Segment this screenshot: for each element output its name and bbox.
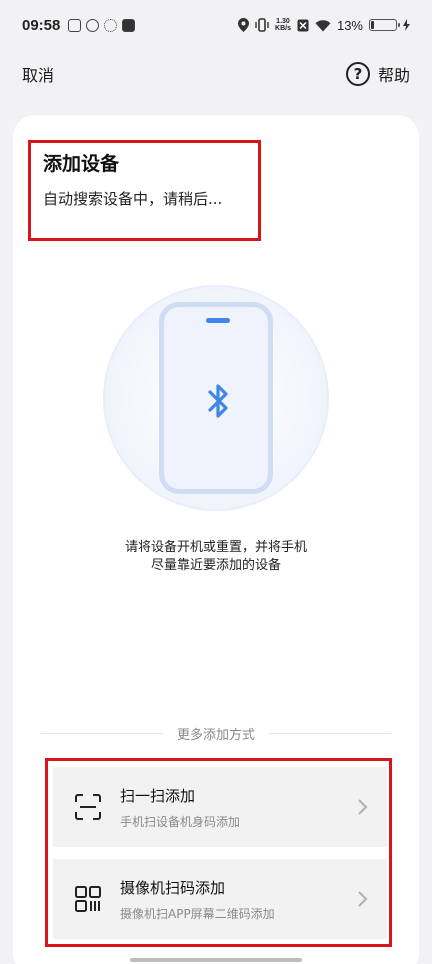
wifi-icon	[315, 19, 331, 31]
add-device-card: 添加设备 自动搜索设备中，请稍后... 请将设备开机或重置，并将手机 尽量靠近要…	[13, 115, 419, 964]
divider-line-right	[269, 732, 392, 734]
page-title: 添加设备	[43, 153, 120, 175]
status-time: 09:58	[22, 16, 61, 34]
vibrate-icon	[255, 18, 269, 32]
instruction-line-2: 尽量靠近要添加的设备	[150, 558, 281, 573]
divider-line-left	[41, 732, 163, 734]
camera-scan-add-option[interactable]: 摄像机扫码添加 摄像机扫APP屏幕二维码添加	[53, 859, 387, 939]
camera-scan-add-description: 摄像机扫APP屏幕二维码添加	[120, 906, 275, 921]
net-speed-unit: KB/s	[275, 25, 291, 32]
camera-scan-add-texts: 摄像机扫码添加 摄像机扫APP屏幕二维码添加	[120, 877, 357, 922]
battery-fill	[371, 21, 374, 29]
net-speed: 1.30 KB/s	[275, 18, 291, 32]
scan-add-description: 手机扫设备机身码添加	[120, 814, 241, 829]
location-icon	[238, 18, 250, 32]
mail-icon	[68, 18, 82, 32]
scan-icon	[75, 794, 101, 820]
battery-percent: 13%	[336, 17, 363, 33]
help-icon: ?	[345, 62, 370, 86]
phone-notch	[206, 318, 230, 323]
home-indicator[interactable]	[130, 958, 302, 962]
scan-add-texts: 扫一扫添加 手机扫设备机身码添加	[120, 785, 357, 830]
bluetooth-search-illustration	[103, 285, 329, 511]
status-bar: 09:58 1.30 KB/s 13%	[0, 0, 432, 50]
more-methods-label: 更多添加方式	[177, 727, 256, 743]
battery-icon	[369, 19, 400, 31]
bluetooth-icon	[208, 384, 228, 418]
camera-scan-add-title: 摄像机扫码添加	[120, 878, 226, 897]
instruction-text: 请将设备开机或重置，并将手机 尽量靠近要添加的设备	[13, 539, 419, 575]
chevron-right-icon	[358, 891, 368, 907]
phone-illustration	[159, 302, 273, 494]
x-icon	[297, 19, 309, 31]
status-right-group: 1.30 KB/s 13%	[238, 18, 410, 33]
status-notification-icons	[68, 18, 136, 32]
net-speed-value: 1.30	[276, 18, 290, 25]
instruction-line-1: 请将设备开机或重置，并将手机	[124, 540, 307, 555]
leaf-icon	[86, 18, 100, 32]
search-status-text: 自动搜索设备中，请稍后...	[43, 190, 223, 208]
help-label: 帮助	[377, 66, 410, 85]
qr-code-icon	[75, 886, 101, 912]
scan-add-title: 扫一扫添加	[120, 786, 196, 805]
cancel-button[interactable]: 取消	[22, 62, 54, 86]
chevron-right-icon	[358, 799, 368, 815]
charging-icon	[403, 19, 410, 31]
scan-add-option[interactable]: 扫一扫添加 手机扫设备机身码添加	[53, 767, 387, 847]
top-nav: 取消 ? 帮助	[0, 52, 432, 96]
snowflake-icon	[104, 18, 118, 32]
header-highlight-box: 添加设备 自动搜索设备中，请稍后...	[28, 140, 261, 241]
more-methods-divider: 更多添加方式	[41, 723, 392, 743]
options-highlight-box: 扫一扫添加 手机扫设备机身码添加 摄像机扫码添加 摄像机扫APP屏幕二维码添加	[45, 758, 392, 947]
tiktok-icon	[122, 18, 136, 32]
help-button[interactable]: ? 帮助	[345, 62, 410, 86]
